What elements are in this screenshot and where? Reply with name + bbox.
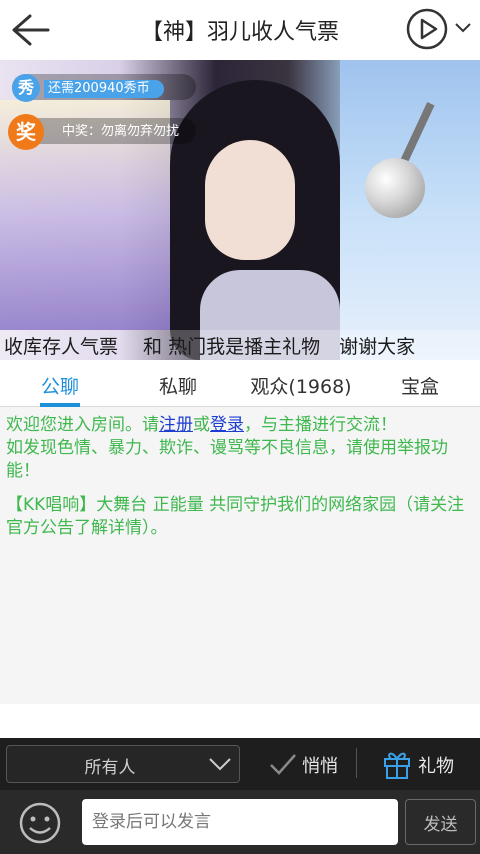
register-link[interactable]: 注册 xyxy=(159,415,193,435)
separator xyxy=(356,748,357,778)
check-icon[interactable] xyxy=(268,748,298,780)
message-input[interactable] xyxy=(82,799,398,845)
prize-icon: 奖 xyxy=(8,114,44,150)
chevron-down-icon[interactable] xyxy=(452,16,474,38)
recipient-label: 所有人 xyxy=(84,758,136,778)
tab-private-chat[interactable]: 私聊 xyxy=(138,372,218,399)
video-banner-text: 收库存人气票 和 热门我是播主礼物 谢谢大家 xyxy=(4,336,416,358)
tab-audience[interactable]: 观众(1968) xyxy=(236,372,366,399)
gift-label[interactable]: 礼物 xyxy=(418,752,454,778)
microphone xyxy=(365,158,425,218)
divider-gap xyxy=(0,704,480,738)
welcome-suffix: ，与主播进行交流！ xyxy=(244,415,397,435)
send-button[interactable]: 发送 xyxy=(405,799,476,845)
chevron-down-icon xyxy=(209,758,231,771)
xiu-icon: 秀 xyxy=(12,74,40,102)
tab-treasure-box[interactable]: 宝盒 xyxy=(380,372,460,399)
prize-text: 中奖：勿离勿弃勿扰 xyxy=(62,124,180,139)
gift-icon[interactable] xyxy=(382,748,412,780)
video-stream[interactable]: 收库存人气票 和 热门我是播主礼物 谢谢大家 xyxy=(0,60,480,360)
welcome-message: 欢迎您进入房间。请注册或登录，与主播进行交流！ xyxy=(6,414,476,437)
announcement-message: 【KK唱响】大舞台 正能量 共同守护我们的网络家园（请关注官方公告了解详情）。 xyxy=(6,495,465,538)
tab-public-chat[interactable]: 公聊 xyxy=(20,372,100,399)
header-bar: 【神】羽儿收人气票 xyxy=(0,0,480,60)
xiu-coins-text: 还需200940秀币 xyxy=(44,80,164,98)
emoji-icon[interactable] xyxy=(18,801,62,845)
streamer-face xyxy=(205,140,295,260)
notice-message: 如发现色情、暴力、欺诈、谩骂等不良信息，请使用举报功能！ xyxy=(6,438,448,481)
recipient-dropdown[interactable]: 所有人 xyxy=(6,745,240,783)
login-link[interactable]: 登录 xyxy=(210,415,244,435)
or-text: 或 xyxy=(193,415,210,435)
whisper-label[interactable]: 悄悄 xyxy=(302,752,338,778)
welcome-prefix: 欢迎您进入房间。请 xyxy=(6,415,159,435)
play-circle-icon[interactable] xyxy=(406,8,448,50)
